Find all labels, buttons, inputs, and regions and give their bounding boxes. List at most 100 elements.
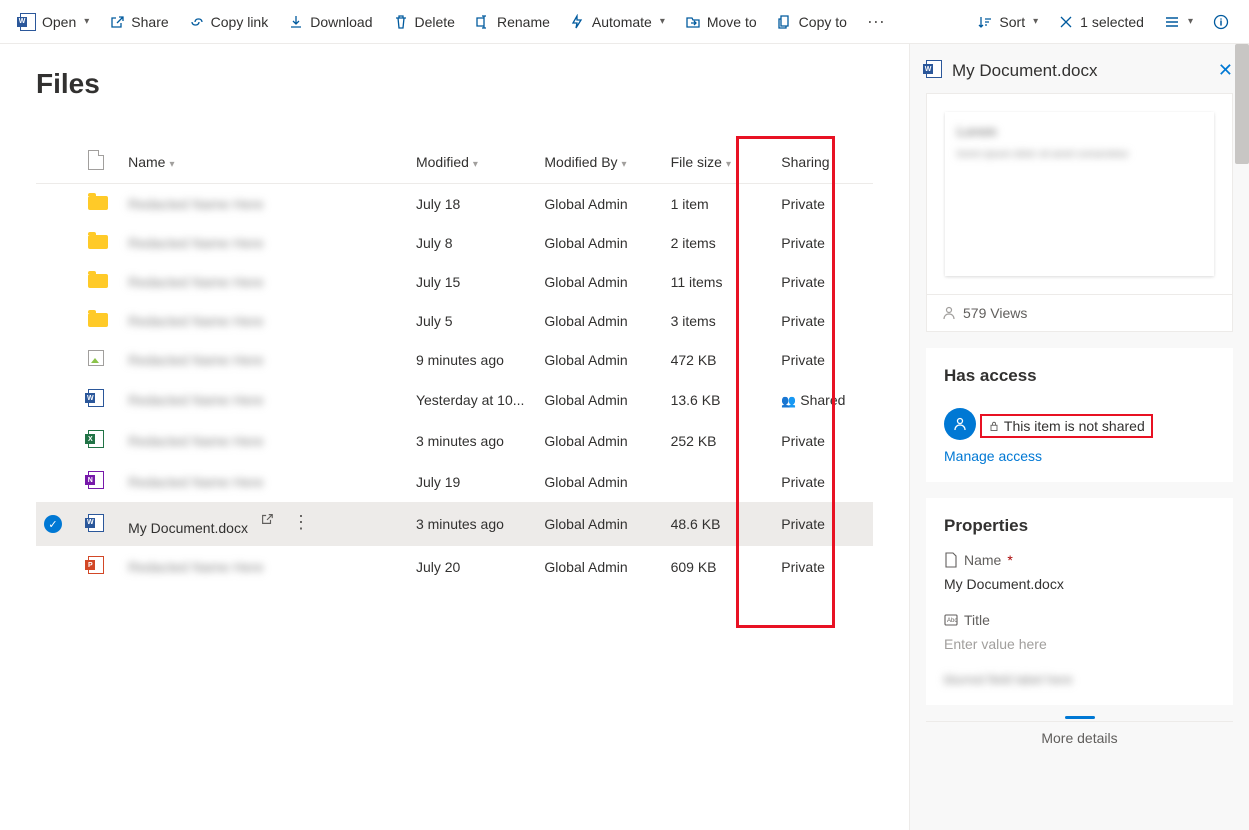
file-name[interactable]: Redacted Name Here [120,461,408,502]
row-select[interactable] [36,461,80,502]
command-bar: Open ▾ Share Copy link Download Delete R… [0,0,1249,44]
cell-modified: Yesterday at 10... [408,379,536,420]
automate-icon [570,14,586,30]
rename-label: Rename [497,14,550,30]
copyto-label: Copy to [799,14,847,30]
folder-icon [80,301,120,340]
close-icon[interactable]: ✕ [1218,60,1233,81]
download-button[interactable]: Download [280,8,380,36]
file-name[interactable]: Redacted Name Here [120,223,408,262]
cell-modifiedby: Global Admin [536,546,662,587]
ppt-icon [80,546,120,587]
open-button[interactable]: Open ▾ [12,8,97,36]
chevron-down-icon: ▾ [622,159,627,170]
lock-icon [988,420,1000,432]
doc-icon [80,502,120,546]
svg-text:Abc: Abc [947,618,957,624]
file-name[interactable]: Redacted Name Here [120,420,408,461]
page-title: Files [36,68,873,100]
row-select[interactable] [36,340,80,379]
owner-avatar[interactable] [944,408,976,440]
filetype-icon [88,150,104,170]
download-label: Download [310,14,372,30]
rename-icon [475,14,491,30]
share-button[interactable]: Share [101,8,176,36]
rename-button[interactable]: Rename [467,8,558,36]
col-filetype[interactable] [80,140,120,184]
moveto-button[interactable]: Move to [677,8,765,36]
file-name[interactable]: Redacted Name Here [120,184,408,224]
file-name[interactable]: Redacted Name Here [120,301,408,340]
info-icon [1213,14,1229,30]
doc-icon [80,379,120,420]
prop-name-label: Name * [944,552,1215,568]
row-select[interactable] [36,184,80,224]
cell-modified: July 8 [408,223,536,262]
chevron-down-icon: ▾ [1188,16,1193,27]
sharing-highlight [736,136,835,628]
copyto-button[interactable]: Copy to [769,8,855,36]
text-icon: Abc [944,614,958,626]
properties-section: Properties Name * My Document.docx Abc T… [926,498,1233,705]
sort-icon [977,14,993,30]
cell-modifiedby: Global Admin [536,262,662,301]
automate-label: Automate [592,14,652,30]
row-select[interactable] [36,379,80,420]
scrollbar[interactable] [1235,44,1249,164]
properties-heading: Properties [944,516,1215,536]
prop-name-value[interactable]: My Document.docx [944,576,1215,592]
row-select[interactable] [36,262,80,301]
file-name[interactable]: My Document.docx [120,502,408,546]
file-name[interactable]: Redacted Name Here [120,262,408,301]
cell-modified: July 5 [408,301,536,340]
chevron-down-icon: ▾ [660,16,665,27]
file-icon [944,552,958,568]
share-icon [109,14,125,30]
chevron-down-icon: ▾ [726,159,731,170]
col-select[interactable] [36,140,80,184]
file-name[interactable]: Redacted Name Here [120,340,408,379]
info-button[interactable] [1205,8,1237,36]
file-preview[interactable]: Lorem lorem ipsum dolor sit amet consect… [927,94,1232,294]
chevron-down-icon: ▾ [169,159,174,170]
selected-count[interactable]: 1 selected [1050,8,1152,36]
word-icon [926,60,942,81]
row-select[interactable] [36,546,80,587]
chevron-down-icon: ▾ [1033,16,1038,27]
file-name[interactable]: Redacted Name Here [120,546,408,587]
not-shared-badge: This item is not shared [980,414,1153,438]
has-access-heading: Has access [944,366,1215,386]
delete-button[interactable]: Delete [385,8,463,36]
automate-button[interactable]: Automate ▾ [562,8,673,36]
folder-icon [80,262,120,301]
chevron-down-icon: ▾ [84,16,89,27]
sort-button[interactable]: Sort ▾ [969,8,1046,36]
views-count: 579 Views [927,294,1232,331]
view-button[interactable]: ▾ [1156,8,1201,36]
overflow-button[interactable]: ··· [859,11,893,32]
more-icon[interactable] [292,512,296,533]
col-modified[interactable]: Modified▾ [408,140,536,184]
copyto-icon [777,14,793,30]
sort-label: Sort [999,14,1025,30]
row-select[interactable]: ✓ [36,502,80,546]
cell-modified: July 15 [408,262,536,301]
more-details-button[interactable]: More details [926,721,1233,754]
manage-access-link[interactable]: Manage access [944,448,1215,464]
row-select[interactable] [36,223,80,262]
file-name[interactable]: Redacted Name Here [120,379,408,420]
copylink-button[interactable]: Copy link [181,8,277,36]
row-select[interactable] [36,420,80,461]
col-name[interactable]: Name▾ [120,140,408,184]
details-title: My Document.docx [952,61,1208,81]
col-modifiedby[interactable]: Modified By▾ [536,140,662,184]
delete-icon [393,14,409,30]
row-select[interactable] [36,301,80,340]
prop-title-input[interactable]: Enter value here [944,636,1215,652]
share-icon[interactable] [260,512,274,533]
cell-modifiedby: Global Admin [536,461,662,502]
share-label: Share [131,14,168,30]
download-icon [288,14,304,30]
cell-modifiedby: Global Admin [536,379,662,420]
copylink-label: Copy link [211,14,269,30]
